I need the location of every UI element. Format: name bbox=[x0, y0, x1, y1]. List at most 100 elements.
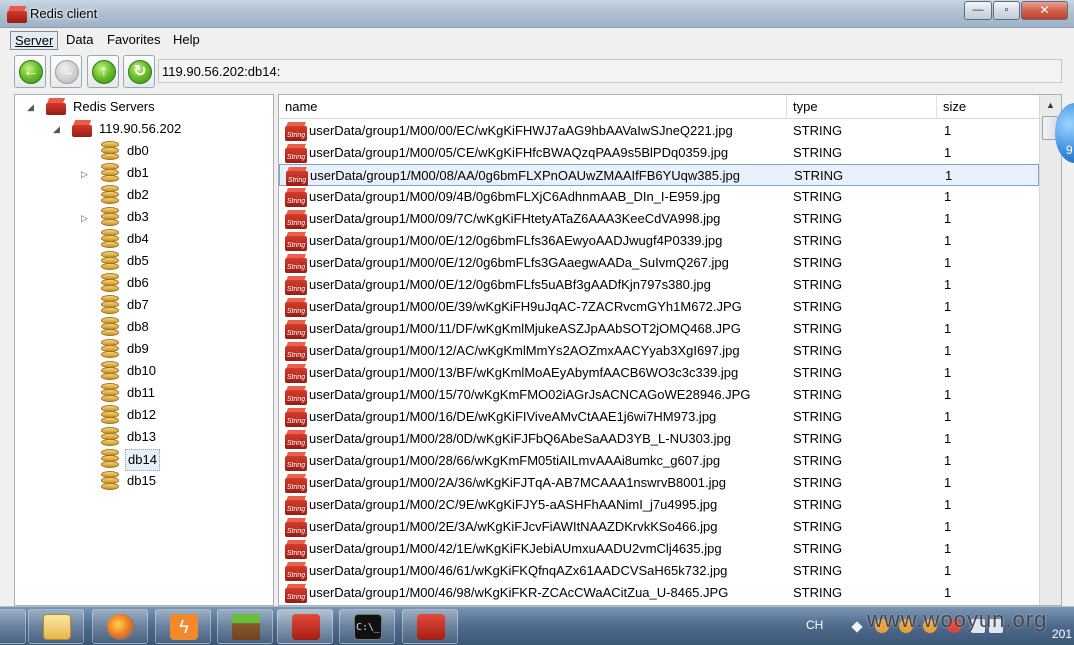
table-row[interactable]: String userData/group1/M00/42/1E/wKgKiFKJ… bbox=[279, 538, 1039, 560]
table-row[interactable]: String userData/group1/M00/09/7C/wKgKiFHt… bbox=[279, 208, 1039, 230]
table-row[interactable]: String userData/group1/M00/00/EC/wKgKiFHW… bbox=[279, 120, 1039, 142]
table-row[interactable]: String userData/group1/M00/08/AA/0g6bmFLX… bbox=[279, 164, 1039, 186]
collapse-arrow-icon[interactable]: ◢ bbox=[27, 97, 34, 117]
string-type-icon: String bbox=[284, 342, 308, 362]
column-header-type[interactable]: type bbox=[787, 95, 937, 119]
table-header: name type size bbox=[279, 95, 1039, 119]
table-row[interactable]: String userData/group1/M00/28/66/wKgKmFM0… bbox=[279, 450, 1039, 472]
tree-db-db2[interactable]: db2 bbox=[79, 185, 259, 205]
string-type-icon: String bbox=[284, 474, 308, 494]
clock[interactable]: 201 bbox=[1052, 627, 1072, 641]
tree-db-db4[interactable]: db4 bbox=[79, 229, 259, 249]
table-row[interactable]: String userData/group1/M00/46/61/wKgKiFKQ… bbox=[279, 560, 1039, 582]
taskbar-minecraft[interactable] bbox=[217, 609, 273, 644]
key-type-cell: STRING bbox=[794, 168, 844, 183]
string-type-icon: String bbox=[284, 298, 308, 318]
database-icon bbox=[101, 207, 119, 227]
taskbar-command-prompt[interactable]: C:\_ bbox=[339, 609, 395, 644]
tree-db-label: db2 bbox=[127, 187, 149, 202]
taskbar-firefox[interactable] bbox=[92, 609, 148, 644]
table-row[interactable]: String userData/group1/M00/0E/12/0g6bmFLf… bbox=[279, 230, 1039, 252]
minimize-button[interactable]: — bbox=[964, 1, 992, 20]
table-row[interactable]: String userData/group1/M00/0E/12/0g6bmFLf… bbox=[279, 274, 1039, 296]
server-tree[interactable]: ◢ Redis Servers ◢ 119.90.56.202 db0 ▷ db1 d… bbox=[14, 94, 274, 606]
string-icon-label: String bbox=[286, 462, 306, 469]
tree-db-db0[interactable]: db0 bbox=[79, 141, 259, 161]
title-bar[interactable]: Redis client — ▫ ✕ bbox=[0, 0, 1074, 28]
address-bar[interactable]: 119.90.56.202:db14: bbox=[158, 59, 1062, 83]
key-size-cell: 1 bbox=[945, 168, 953, 183]
table-row[interactable]: String userData/group1/M00/2C/9E/wKgKiFJY… bbox=[279, 494, 1039, 516]
tree-db-db8[interactable]: db8 bbox=[79, 317, 259, 337]
table-row[interactable]: String userData/group1/M00/2E/3A/wKgKiFJc… bbox=[279, 516, 1039, 538]
database-icon bbox=[101, 273, 119, 293]
tree-db-label: db12 bbox=[127, 407, 156, 422]
menu-help[interactable]: Help bbox=[169, 31, 204, 50]
maximize-button[interactable]: ▫ bbox=[993, 1, 1020, 20]
tree-db-db14[interactable]: db14 bbox=[79, 449, 259, 471]
tree-db-db5[interactable]: db5 bbox=[79, 251, 259, 271]
menu-favorites[interactable]: Favorites bbox=[103, 31, 164, 50]
scroll-up-icon[interactable]: ▲ bbox=[1043, 97, 1058, 113]
key-size-cell: 1 bbox=[944, 475, 952, 490]
tree-db-db3[interactable]: ▷ db3 bbox=[79, 207, 259, 227]
table-row[interactable]: String userData/group1/M00/2A/36/wKgKiFJT… bbox=[279, 472, 1039, 494]
expand-arrow-icon[interactable]: ▷ bbox=[81, 164, 88, 184]
key-size-cell: 1 bbox=[944, 519, 952, 534]
string-type-icon: String bbox=[284, 540, 308, 560]
vertical-scrollbar[interactable]: ▲ bbox=[1039, 95, 1061, 605]
collapse-arrow-icon[interactable]: ◢ bbox=[53, 119, 60, 139]
tree-db-db13[interactable]: db13 bbox=[79, 427, 259, 447]
tree-db-label: db6 bbox=[127, 275, 149, 290]
key-type-cell: STRING bbox=[793, 299, 843, 314]
menu-data[interactable]: Data bbox=[62, 31, 97, 50]
key-type-cell: STRING bbox=[793, 475, 843, 490]
taskbar: ϟ C:\_ CH www.wooyun.org 201 bbox=[0, 606, 1074, 645]
redis-servers-icon bbox=[45, 98, 67, 116]
tree-db-db12[interactable]: db12 bbox=[79, 405, 259, 425]
table-row[interactable]: String userData/group1/M00/13/BF/wKgKmlMo… bbox=[279, 362, 1039, 384]
column-header-size[interactable]: size bbox=[937, 95, 1039, 119]
menu-server[interactable]: Server bbox=[10, 31, 59, 50]
expand-arrow-icon[interactable]: ▷ bbox=[81, 208, 88, 228]
tree-db-db11[interactable]: db11 bbox=[79, 383, 259, 403]
close-button[interactable]: ✕ bbox=[1021, 1, 1068, 20]
tree-root[interactable]: ◢ Redis Servers bbox=[27, 97, 267, 117]
table-row[interactable]: String userData/group1/M00/11/DF/wKgKmlMj… bbox=[279, 318, 1039, 340]
key-type-cell: STRING bbox=[793, 497, 843, 512]
tree-server[interactable]: ◢ 119.90.56.202 bbox=[53, 119, 263, 139]
string-icon-label: String bbox=[286, 440, 306, 447]
tree-db-db15[interactable]: db15 bbox=[79, 471, 259, 491]
input-language-indicator[interactable]: CH bbox=[806, 618, 823, 632]
key-size-cell: 1 bbox=[944, 255, 952, 270]
key-name-cell: userData/group1/M00/16/DE/wKgKiFIViveAMv… bbox=[309, 409, 717, 424]
tree-db-db10[interactable]: db10 bbox=[79, 361, 259, 381]
up-button[interactable]: ↑ bbox=[87, 55, 119, 88]
table-row[interactable]: String userData/group1/M00/09/4B/0g6bmFLX… bbox=[279, 186, 1039, 208]
table-row[interactable]: String userData/group1/M00/0E/12/0g6bmFLf… bbox=[279, 252, 1039, 274]
string-type-icon: String bbox=[284, 430, 308, 450]
tray-expand-icon[interactable] bbox=[851, 621, 863, 633]
table-row[interactable]: String userData/group1/M00/28/0D/wKgKiFJF… bbox=[279, 428, 1039, 450]
taskbar-redis-client-2[interactable] bbox=[402, 609, 458, 644]
back-button[interactable]: ← bbox=[14, 55, 46, 88]
tree-db-db6[interactable]: db6 bbox=[79, 273, 259, 293]
taskbar-app[interactable]: ϟ bbox=[155, 609, 211, 644]
column-header-name[interactable]: name bbox=[279, 95, 787, 119]
refresh-button[interactable]: ↻ bbox=[123, 55, 155, 88]
taskbar-app-redis-partial[interactable] bbox=[0, 609, 26, 644]
table-row[interactable]: String userData/group1/M00/16/DE/wKgKiFIV… bbox=[279, 406, 1039, 428]
table-row[interactable]: String userData/group1/M00/12/AC/wKgKmlMm… bbox=[279, 340, 1039, 362]
taskbar-file-explorer[interactable] bbox=[28, 609, 84, 644]
up-arrow-icon: ↑ bbox=[92, 60, 116, 84]
tree-db-db9[interactable]: db9 bbox=[79, 339, 259, 359]
table-row[interactable]: String userData/group1/M00/0E/39/wKgKiFH9… bbox=[279, 296, 1039, 318]
table-row[interactable]: String userData/group1/M00/05/CE/wKgKiFHf… bbox=[279, 142, 1039, 164]
tree-db-label: db15 bbox=[127, 473, 156, 488]
tree-db-db7[interactable]: db7 bbox=[79, 295, 259, 315]
taskbar-redis-client[interactable] bbox=[277, 609, 333, 644]
table-row[interactable]: String userData/group1/M00/46/98/wKgKiFKR… bbox=[279, 582, 1039, 604]
forward-button[interactable]: → bbox=[50, 55, 82, 88]
tree-db-db1[interactable]: ▷ db1 bbox=[79, 163, 259, 183]
table-row[interactable]: String userData/group1/M00/15/70/wKgKmFMO… bbox=[279, 384, 1039, 406]
